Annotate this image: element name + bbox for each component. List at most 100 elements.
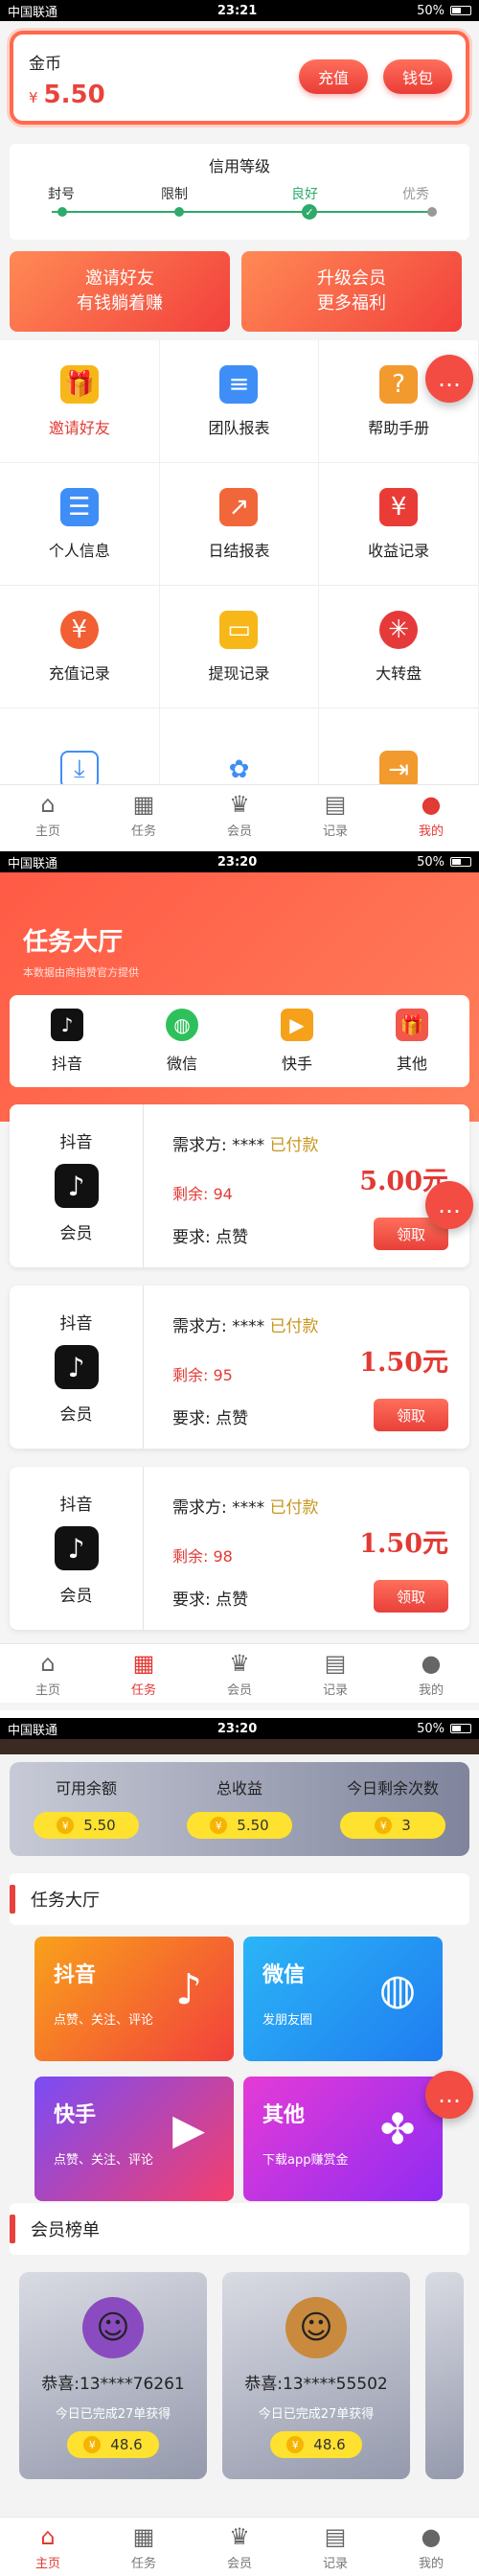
menu-team-report[interactable]: ≡ 团队报表 bbox=[159, 340, 320, 463]
tab-bar: ⌂ 主页 ▦ 任务 ♛ 会员 ▤ 记录 ● 我的 bbox=[0, 784, 479, 844]
grid-icon: ▦ bbox=[132, 790, 155, 818]
menu-daily-report[interactable]: ↗ 日结报表 bbox=[159, 463, 320, 586]
credit-level-label: 优秀 bbox=[402, 187, 429, 202]
wechat-icon: ◍ bbox=[166, 1009, 198, 1041]
menu-withdraw-record[interactable]: ▭ 提现记录 bbox=[159, 586, 320, 708]
credit-track bbox=[52, 211, 435, 213]
crown-icon: ♛ bbox=[229, 2522, 250, 2550]
tab-mine[interactable]: ● 我的 bbox=[383, 2518, 479, 2576]
layers-icon: ≡ bbox=[219, 364, 259, 404]
category-other[interactable]: 🎁 其他 bbox=[354, 995, 469, 1087]
category-bar: ♪ 抖音 ◍ 微信 ▶ 快手 🎁 其他 bbox=[10, 995, 469, 1087]
upgrade-vip-button[interactable]: 升级会员 更多福利 bbox=[241, 251, 462, 332]
avatar: ☺ bbox=[285, 2297, 347, 2358]
tiktok-icon: ♪ bbox=[54, 1345, 99, 1389]
user-icon: ● bbox=[421, 2522, 442, 2550]
logout-icon: ⇥ bbox=[379, 750, 419, 789]
chat-bubble-icon[interactable]: … bbox=[425, 2071, 473, 2119]
grid-icon: ▦ bbox=[132, 2522, 155, 2550]
task-demand: 需求方: **** 已付款 bbox=[172, 1136, 319, 1155]
clock: 23:20 bbox=[217, 1721, 258, 1736]
task-card-kuaishou[interactable]: 快手 点赞、关注、评论 ▶ bbox=[34, 2077, 234, 2201]
coin-amount: ¥5.50 bbox=[29, 81, 105, 109]
tab-mine[interactable]: ● 我的 bbox=[383, 785, 479, 844]
tab-tasks[interactable]: ▦ 任务 bbox=[96, 785, 192, 844]
home-icon: ⌂ bbox=[40, 790, 56, 818]
wallet-icon: ▭ bbox=[219, 610, 259, 649]
kuaishou-icon: ▶ bbox=[172, 2104, 205, 2154]
menu-profile[interactable]: ☰ 个人信息 bbox=[0, 463, 160, 586]
credit-dot bbox=[57, 207, 67, 217]
credit-level-label: 封号 bbox=[48, 187, 75, 202]
recharge-button[interactable]: 充值 bbox=[299, 59, 368, 94]
wallet-button[interactable]: 钱包 bbox=[383, 59, 452, 94]
task-card: 抖音 ♪ 会员 需求方: **** 已付款 剩余: 94 要求: 点赞 5.00元 … bbox=[10, 1104, 469, 1267]
category-kuaishou[interactable]: ▶ 快手 bbox=[240, 995, 354, 1087]
stat-balance: 可用余额 ¥5.50 bbox=[10, 1775, 163, 1839]
tab-mine[interactable]: ● 我的 bbox=[383, 1644, 479, 1703]
task-requirement: 要求: 点赞 bbox=[172, 1228, 249, 1247]
avatar: ☺ bbox=[82, 2297, 144, 2358]
tab-home[interactable]: ⌂ 主页 bbox=[0, 1644, 96, 1703]
task-price: 1.50元 bbox=[359, 1348, 448, 1378]
kuaishou-icon: ▶ bbox=[281, 1009, 313, 1041]
user-icon: ● bbox=[421, 790, 442, 818]
mine-screen: 中国联通 23:21 50% 金币 ¥5.50 充值 钱包 信用等级 封号 限制… bbox=[0, 0, 479, 844]
chat-bubble-icon[interactable]: … bbox=[425, 355, 473, 403]
clipboard-icon: ▤ bbox=[324, 1649, 347, 1677]
help-icon: ? bbox=[379, 364, 419, 404]
member-card: ☺ 恭喜:13****55502 今日已完成27单获得 ¥48.6 bbox=[222, 2272, 410, 2479]
carrier: 中国联通 bbox=[8, 1723, 58, 1738]
tab-records[interactable]: ▤ 记录 bbox=[287, 785, 383, 844]
tab-vip[interactable]: ♛ 会员 bbox=[192, 1644, 287, 1703]
menu-invite[interactable]: 🎁 邀请好友 bbox=[0, 340, 160, 463]
hall-subtitle: 本数据由商指赞官方提供 bbox=[23, 966, 139, 979]
clipboard-icon: ▤ bbox=[324, 790, 347, 818]
task-card-other[interactable]: 其他 下载app赚赏金 ✤ bbox=[243, 2077, 443, 2201]
home-icon: ⌂ bbox=[40, 2522, 56, 2550]
stat-total-income: 总收益 ¥5.50 bbox=[163, 1775, 316, 1839]
carrier: 中国联通 bbox=[8, 5, 58, 20]
chat-bubble-icon[interactable]: … bbox=[425, 1181, 473, 1229]
task-card-tiktok[interactable]: 抖音 点赞、关注、评论 ♪ bbox=[34, 1937, 234, 2061]
stats-panel: 可用余额 ¥5.50 总收益 ¥5.50 今日剩余次数 ¥3 bbox=[10, 1762, 469, 1856]
flower-icon: ✿ bbox=[219, 750, 259, 789]
category-tiktok[interactable]: ♪ 抖音 bbox=[10, 995, 125, 1087]
tab-tasks[interactable]: ▦ 任务 bbox=[96, 1644, 192, 1703]
wechat-icon: ◍ bbox=[378, 1964, 417, 2014]
task-hall-screen: 中国联通 23:20 50% 任务大厅 本数据由商指赞官方提供 ♪ 抖音 ◍ 微信 … bbox=[0, 851, 479, 1710]
coin-icon: ¥ bbox=[210, 1817, 228, 1834]
tab-tasks[interactable]: ▦ 任务 bbox=[96, 2518, 192, 2576]
menu-wheel[interactable]: ✳ 大转盘 bbox=[319, 586, 479, 708]
credit-level-label: 限制 bbox=[161, 187, 188, 202]
check-icon: ✓ bbox=[302, 204, 317, 220]
tiktok-icon: ♪ bbox=[51, 1009, 83, 1041]
task-requirement: 要求: 点赞 bbox=[172, 1409, 249, 1428]
invite-friends-button[interactable]: 邀请好友 有钱躺着赚 bbox=[10, 251, 230, 332]
tab-records[interactable]: ▤ 记录 bbox=[287, 1644, 383, 1703]
tab-vip[interactable]: ♛ 会员 bbox=[192, 2518, 287, 2576]
tab-vip[interactable]: ♛ 会员 bbox=[192, 785, 287, 844]
chart-up-icon: ↗ bbox=[219, 487, 259, 526]
coin-icon: ¥ bbox=[286, 2436, 305, 2453]
task-requirement: 要求: 点赞 bbox=[172, 1590, 249, 1610]
task-card-wechat[interactable]: 微信 发朋友圈 ◍ bbox=[243, 1937, 443, 2061]
tab-home[interactable]: ⌂ 主页 bbox=[0, 2518, 96, 2576]
coin-icon: ¥ bbox=[83, 2436, 102, 2453]
battery-percent: 50% bbox=[417, 3, 445, 18]
tab-records[interactable]: ▤ 记录 bbox=[287, 2518, 383, 2576]
menu-income[interactable]: ¥ 收益记录 bbox=[319, 463, 479, 586]
battery-icon bbox=[450, 6, 471, 15]
crown-icon: ♛ bbox=[229, 1649, 250, 1677]
claim-button[interactable]: 领取 bbox=[374, 1399, 448, 1431]
battery-percent: 50% bbox=[417, 1721, 445, 1736]
task-platform: 抖音 ♪ 会员 bbox=[10, 1286, 144, 1449]
battery-icon bbox=[450, 1724, 471, 1733]
task-platform: 抖音 ♪ 会员 bbox=[10, 1104, 144, 1267]
section-member-rank: 会员榜单 bbox=[10, 2203, 469, 2255]
menu-recharge-record[interactable]: ¥ 充值记录 bbox=[0, 586, 160, 708]
claim-button[interactable]: 领取 bbox=[374, 1580, 448, 1613]
tab-home[interactable]: ⌂ 主页 bbox=[0, 785, 96, 844]
battery-icon bbox=[450, 857, 471, 867]
category-wechat[interactable]: ◍ 微信 bbox=[125, 995, 240, 1087]
